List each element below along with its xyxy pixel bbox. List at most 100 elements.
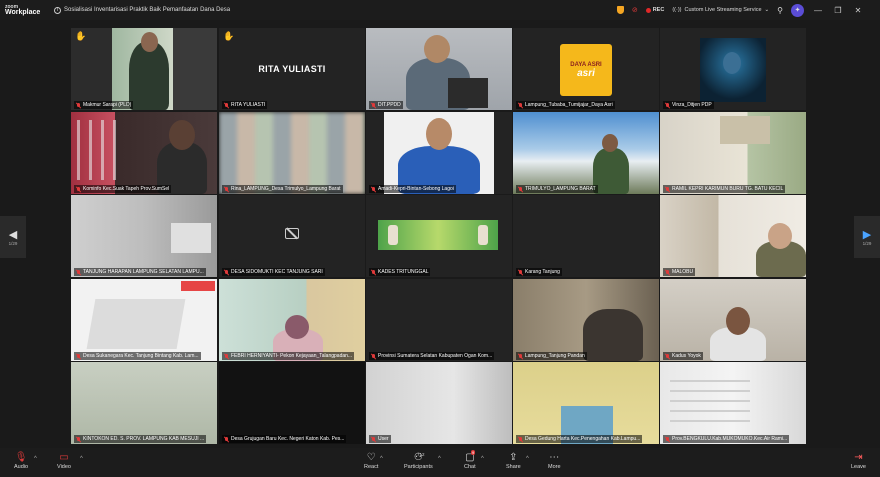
participant-name: MALOBU bbox=[663, 268, 696, 276]
video-tile[interactable]: User bbox=[366, 362, 512, 444]
participants-button[interactable]: ⚇ 712 Participants bbox=[404, 451, 433, 470]
video-tile[interactable]: KADES TRITUNGGAL bbox=[366, 195, 512, 277]
video-tile[interactable]: Karang Tanjung bbox=[513, 195, 659, 277]
video-tile[interactable]: TRIMULYO_LAMPUNG BARAT bbox=[513, 112, 659, 194]
react-label: React bbox=[364, 464, 379, 470]
video-tile[interactable]: Provinsi Sumatera Selatan Kabupaten Ogan… bbox=[366, 279, 512, 361]
rec-dot-icon bbox=[645, 7, 651, 13]
participant-name: TANJUNG HARAPAN LAMPUNG SELATAN LAMPU... bbox=[74, 268, 206, 276]
video-tile[interactable]: Desa Grujugan Baru Kec. Negeri Katon Kab… bbox=[219, 362, 365, 444]
participant-name: Amadi-Kepri-Bintan-Sebong Lagoi bbox=[369, 185, 456, 193]
video-tile[interactable]: DAYA ASRI asri Lampung_Tubaba_Tumijajar_… bbox=[513, 28, 659, 110]
mic-muted-icon bbox=[371, 102, 376, 108]
participant-name: Provinsi Sumatera Selatan Kabupaten Ogan… bbox=[369, 352, 495, 360]
participant-name: Lampung_Tubaba_Tumijajar_Daya Asri bbox=[516, 101, 615, 109]
video-off-icon: ▭ bbox=[59, 452, 69, 463]
video-tile[interactable]: TANJUNG HARAPAN LAMPUNG SELATAN LAMPU... bbox=[71, 195, 217, 277]
live-streaming-indicator[interactable]: ((·)) Custom Live Streaming Service ⌄ bbox=[672, 7, 769, 13]
record-icon[interactable]: ⊘ bbox=[632, 6, 638, 14]
live-label: Custom Live Streaming Service bbox=[684, 7, 762, 13]
participant-name: KADES TRITUNGGAL bbox=[369, 268, 431, 276]
video-tile[interactable]: Kadus Yoyok bbox=[660, 279, 806, 361]
video-tile[interactable]: Rina_LAMPUNG_Desa Trimulyo_Lampung Barat bbox=[219, 112, 365, 194]
video-tile[interactable]: FEBRI HERNIYANTI- Pekon Kejayaan_Talangp… bbox=[219, 279, 365, 361]
rec-label: REC bbox=[652, 7, 665, 13]
share-button[interactable]: ⇪ Share bbox=[506, 451, 521, 470]
mic-muted-icon bbox=[665, 436, 670, 442]
video-options-caret[interactable]: ^ bbox=[80, 456, 83, 462]
chevron-left-icon: ◀ bbox=[8, 228, 18, 241]
video-tile[interactable]: ✋ Makmur Sarapi (PLD) bbox=[71, 28, 217, 110]
chat-options-caret[interactable]: ^ bbox=[481, 456, 484, 462]
mic-muted-icon bbox=[76, 269, 81, 275]
participant-name: Kominfo Kec.Suak Tapeh Prov.SumSel bbox=[74, 185, 172, 193]
participants-options-caret[interactable]: ^ bbox=[438, 456, 441, 462]
video-button[interactable]: ▭ Video bbox=[57, 451, 71, 470]
participant-name: Karang Tanjung bbox=[516, 268, 562, 276]
page-indicator-right: 1/29 bbox=[862, 240, 872, 246]
chat-button[interactable]: ▢ 9 Chat bbox=[464, 450, 476, 470]
participant-name: Kadus Yoyok bbox=[663, 352, 703, 360]
more-button[interactable]: ⋯ More bbox=[548, 451, 561, 470]
audio-button[interactable]: 🎙 Audio bbox=[14, 451, 28, 470]
video-tile[interactable]: ✋ RITA YULIASTI RITA YULIASTI bbox=[219, 28, 365, 110]
meeting-title: Sosialisasi Inventarisasi Praktik Baik P… bbox=[64, 7, 231, 13]
participant-name: TRIMULYO_LAMPUNG BARAT bbox=[516, 185, 598, 193]
mic-muted-icon bbox=[371, 353, 376, 359]
restore-button[interactable]: ❐ bbox=[832, 6, 844, 15]
info-icon[interactable]: i bbox=[54, 6, 61, 14]
video-tile[interactable]: DESA SIDOMUKTI KEC TANJUNG SARI bbox=[219, 195, 365, 277]
video-label: Video bbox=[57, 464, 71, 470]
apps-icon[interactable]: ⚲ bbox=[777, 6, 783, 15]
participant-name: FEBRI HERNIYANTI- Pekon Kejayaan_Talangp… bbox=[222, 352, 355, 360]
logo-line2: Workplace bbox=[5, 9, 41, 16]
participants-label: Participants bbox=[404, 464, 433, 470]
participant-name: User bbox=[369, 435, 391, 443]
participant-name: Prov.BENGKULU.Kab.MUKOMUKO.Kec.Air Rami.… bbox=[663, 435, 790, 443]
zoom-window: zoom Workplace i Sosialisasi Inventarisa… bbox=[0, 0, 880, 477]
audio-label: Audio bbox=[14, 464, 29, 470]
participant-name: Lampung_Tanjung Pandan bbox=[516, 352, 587, 360]
participant-name: Vinza_Ditjen PDP bbox=[663, 101, 714, 109]
page-indicator-left: 1/29 bbox=[8, 240, 18, 246]
close-button[interactable]: ✕ bbox=[852, 6, 864, 15]
video-tile[interactable]: RAMIL KEPRI KARIMUN BURU TG. BATU KECIL bbox=[660, 112, 806, 194]
video-tile[interactable]: MALOBU bbox=[660, 195, 806, 277]
audio-options-caret[interactable]: ^ bbox=[34, 456, 37, 462]
mic-muted-icon bbox=[371, 436, 376, 442]
mic-muted-icon bbox=[665, 353, 670, 359]
mic-muted-icon bbox=[224, 436, 229, 442]
raised-hand-icon: ✋ bbox=[75, 31, 87, 41]
participant-name: Desa Gedung Harta Kec.Penengahan Kab.Lam… bbox=[516, 435, 643, 443]
security-shield-icon[interactable] bbox=[616, 6, 624, 14]
video-tile[interactable]: Amadi-Kepri-Bintan-Sebong Lagoi bbox=[366, 112, 512, 194]
active-speaker-tile[interactable]: DIT.PPDD bbox=[366, 28, 512, 110]
chevron-down-icon: ⌄ bbox=[764, 7, 770, 13]
react-options-caret[interactable]: ^ bbox=[380, 456, 383, 462]
participant-name: RITA YULIASTI bbox=[222, 101, 268, 109]
minimize-button[interactable]: — bbox=[812, 6, 824, 15]
video-tile[interactable]: Desa Gedung Harta Kec.Penengahan Kab.Lam… bbox=[513, 362, 659, 444]
video-tile[interactable]: KINTOKON ED. S. PROV. LAMPUNG KAB MESUJI… bbox=[71, 362, 217, 444]
raised-hand-icon: ✋ bbox=[223, 31, 235, 41]
react-button[interactable]: ♡ React bbox=[364, 451, 378, 470]
zoom-logo: zoom Workplace bbox=[0, 4, 46, 16]
mic-muted-icon bbox=[76, 186, 81, 192]
video-tile[interactable]: Lampung_Tanjung Pandan bbox=[513, 279, 659, 361]
video-tile[interactable]: Prov.BENGKULU.Kab.MUKOMUKO.Kec.Air Rami.… bbox=[660, 362, 806, 444]
participant-name: DESA SIDOMUKTI KEC TANJUNG SARI bbox=[222, 268, 325, 276]
avatar[interactable]: ✦ bbox=[791, 3, 804, 17]
video-tile[interactable]: Kominfo Kec.Suak Tapeh Prov.SumSel bbox=[71, 112, 217, 194]
video-tile[interactable]: Vinza_Ditjen PDP bbox=[660, 28, 806, 110]
video-tile[interactable]: Desa Sukanegara Kec. Tanjung Bintang Kab… bbox=[71, 279, 217, 361]
mic-muted-icon bbox=[665, 186, 670, 192]
next-page-button[interactable]: ▶ 1/29 bbox=[854, 216, 880, 258]
titlebar-right: ⊘ REC ((·)) Custom Live Streaming Service… bbox=[616, 0, 880, 20]
share-screen-icon: ⇪ bbox=[509, 452, 518, 463]
leave-label: Leave bbox=[851, 464, 866, 470]
prev-page-button[interactable]: ◀ 1/29 bbox=[0, 216, 26, 258]
recording-indicator[interactable]: REC bbox=[645, 7, 665, 13]
meeting-info[interactable]: i Sosialisasi Inventarisasi Praktik Baik… bbox=[54, 6, 231, 14]
leave-button[interactable]: ⇥ Leave bbox=[851, 451, 866, 470]
share-options-caret[interactable]: ^ bbox=[526, 456, 529, 462]
